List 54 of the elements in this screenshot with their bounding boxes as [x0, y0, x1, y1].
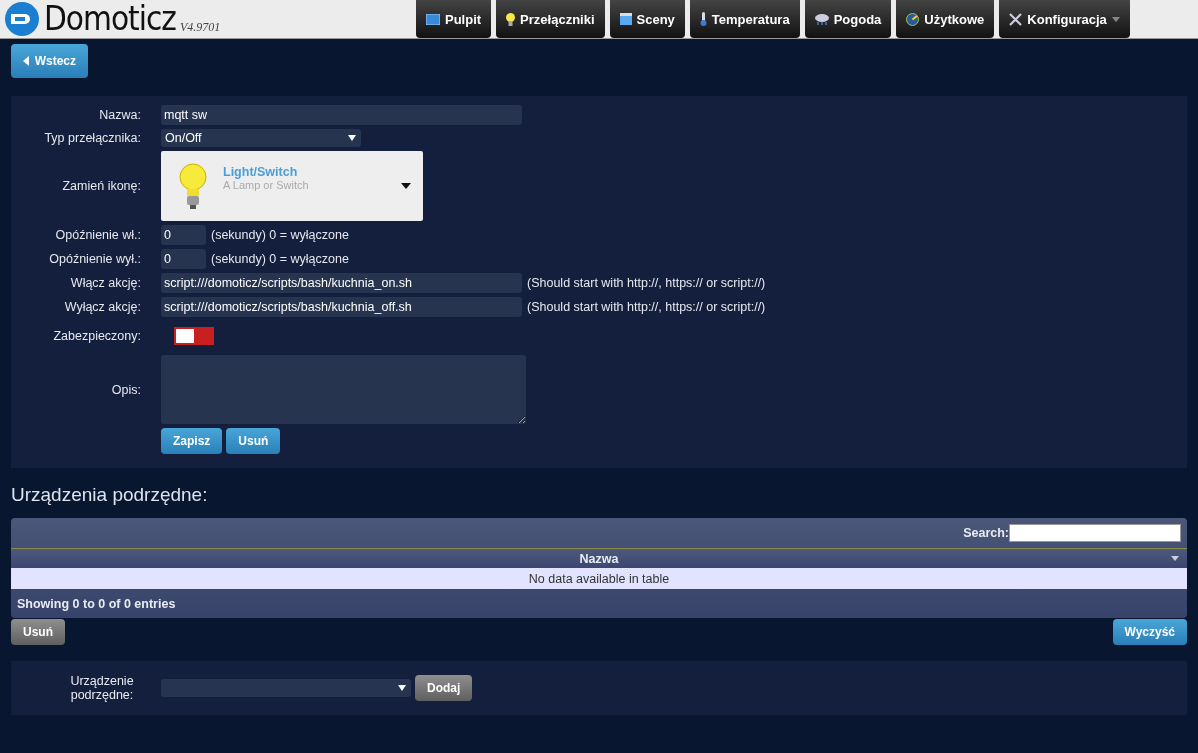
field-label: Opis: — [110, 382, 141, 397]
caret-icon — [348, 135, 356, 141]
search-label: Search: — [963, 526, 1009, 540]
nav-tab[interactable]: Temperatura — [689, 0, 800, 38]
add-button[interactable]: Dodaj — [415, 675, 473, 701]
icon-title: Light/Switch — [223, 165, 299, 179]
field-label: Nazwa: — [98, 108, 141, 122]
light-bulb-icon — [177, 162, 209, 210]
clapperboard-icon — [619, 13, 632, 25]
search-input[interactable] — [1009, 524, 1181, 542]
sort-icon — [1171, 556, 1179, 561]
caret-down-icon — [401, 183, 411, 189]
tools-icon — [1009, 12, 1023, 26]
field-label: Wyłącz akcję: — [63, 300, 141, 314]
action-input[interactable]: script:///domoticz/scripts/bash/kuchnia_on.sh — [161, 273, 522, 293]
caret-left-icon — [23, 56, 29, 66]
field-label: Typ przełącznika: — [43, 131, 141, 145]
hint-text: (sekundy) 0 = wyłączone — [211, 228, 349, 242]
delay-input[interactable]: 0 — [161, 225, 206, 245]
nav-tab[interactable]: Przełączniki — [496, 0, 605, 38]
empty-table-message: No data available in table — [11, 568, 1187, 589]
delete-button[interactable]: Usuń — [11, 619, 65, 645]
nav-tab[interactable]: Użytkowe — [896, 0, 995, 38]
hint-text: (Should start with http://, https:// or script://) — [527, 276, 766, 290]
protected-toggle[interactable] — [174, 327, 214, 345]
rain-cloud-icon — [814, 13, 829, 25]
field-label: Zabezpieczony: — [52, 329, 141, 343]
thermometer-icon — [699, 12, 707, 26]
hint-text: (Should start with http://, https:// or script://) — [527, 300, 766, 314]
action-input[interactable]: script:///domoticz/scripts/bash/kuchnia_off.sh — [161, 297, 522, 317]
logo-icon — [4, 1, 40, 37]
nav-tab[interactable]: Pulpit — [416, 0, 492, 38]
nav-tab[interactable]: Konfiguracja — [999, 0, 1130, 38]
version-text: V4.9701 — [179, 19, 221, 35]
caret-icon — [398, 685, 406, 691]
table-info: Showing 0 to 0 of 0 entries — [17, 596, 176, 611]
field-label: Opóźnienie wł.: — [54, 228, 141, 242]
field-label: Urządzenie podrzędne: — [69, 674, 135, 702]
field-label: Opóźnienie wył.: — [48, 252, 141, 266]
light-bulb-icon — [506, 12, 516, 26]
delay-input[interactable]: 0 — [161, 249, 206, 269]
nav-tab[interactable]: Sceny — [609, 0, 685, 38]
logo-text: Domoticz — [44, 0, 176, 38]
switch-type-select[interactable]: On/Off — [161, 129, 361, 147]
nav-tab[interactable]: Pogoda — [804, 0, 892, 38]
field-label: Zamień ikonę: — [61, 179, 141, 193]
section-title: Urządzenia podrzędne: — [11, 484, 209, 506]
icon-subtitle: A Lamp or Switch — [223, 179, 310, 191]
field-label: Włącz akcję: — [69, 276, 141, 290]
name-input[interactable]: mqtt sw — [161, 105, 522, 125]
monitor-icon — [426, 13, 440, 25]
gauge-icon — [906, 12, 920, 26]
column-header[interactable]: Nazwa — [11, 548, 1187, 568]
hint-text: (sekundy) 0 = wyłączone — [211, 252, 349, 266]
